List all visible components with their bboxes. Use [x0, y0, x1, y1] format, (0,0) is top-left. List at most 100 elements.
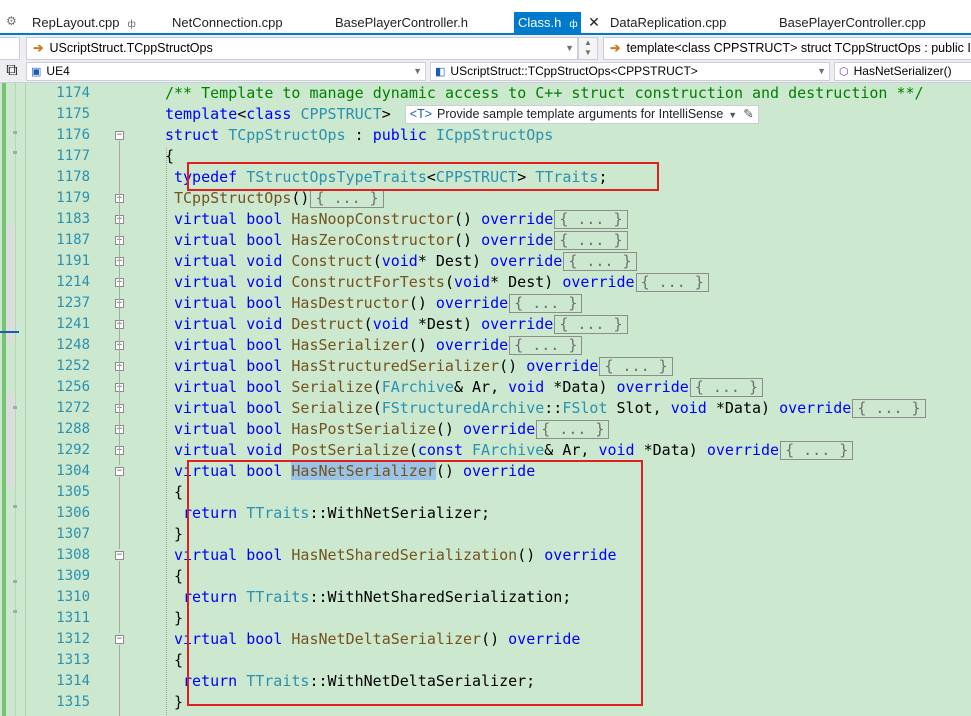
collapsed-block[interactable]: { ... }	[689, 378, 763, 397]
code-token: (	[372, 378, 382, 396]
code-line[interactable]: virtual bool HasZeroConstructor() overri…	[174, 230, 628, 251]
collapsed-block[interactable]: { ... }	[780, 441, 854, 460]
collapsed-block[interactable]: { ... }	[509, 336, 583, 355]
pin-icon[interactable]: ф	[569, 14, 577, 35]
code-line[interactable]: {	[174, 482, 183, 503]
collapsed-block[interactable]: { ... }	[852, 399, 926, 418]
collapsed-block[interactable]: { ... }	[509, 294, 583, 313]
collapse-icon[interactable]: −	[115, 467, 124, 476]
keyword-token: virtual	[174, 336, 238, 354]
code-line[interactable]: virtual bool Serialize(FArchive& Ar, voi…	[174, 377, 763, 398]
collapse-icon[interactable]: −	[115, 551, 124, 560]
line-number: 1272	[56, 400, 90, 416]
code-line[interactable]: }	[174, 524, 183, 545]
keyword-token: override	[481, 210, 554, 228]
code-token: >	[381, 105, 391, 123]
keyword-token: bool	[246, 420, 283, 438]
tab-netconnection-cpp[interactable]: NetConnection.cpp	[172, 12, 283, 33]
keyword-token: void	[246, 441, 283, 459]
tab-baseplayercontroller-h[interactable]: BasePlayerController.h	[335, 12, 468, 33]
code-line[interactable]: virtual bool HasDestructor() override{ .…	[174, 293, 583, 314]
code-line[interactable]: {	[165, 146, 174, 167]
type-token: FSlot	[562, 399, 608, 417]
chevron-down-icon[interactable]: ▼	[728, 110, 737, 120]
pencil-icon[interactable]: ✎	[743, 107, 753, 121]
collapsed-block[interactable]: { ... }	[554, 210, 628, 229]
template-hint-text: Provide sample template arguments for In…	[437, 107, 724, 121]
indent-guide	[166, 148, 167, 715]
navigation-left-combo[interactable]: ➔ UScriptStruct.TCppStructOps ▼	[26, 37, 578, 60]
code-token: {	[165, 147, 175, 165]
tab-class-h[interactable]: Class.h ф	[514, 12, 581, 33]
code-token: & Ar,	[544, 441, 599, 459]
tab-replayout-cpp[interactable]: RepLayout.cpp ф	[32, 12, 136, 33]
code-line[interactable]: {	[174, 650, 183, 671]
chevron-down-icon: ▼	[817, 66, 826, 76]
type-combo[interactable]: ◧ UScriptStruct::TCppStructOps<CPPSTRUCT>…	[430, 62, 830, 81]
collapsed-block[interactable]: { ... }	[554, 315, 628, 334]
keyword-token: virtual	[174, 420, 238, 438]
line-number: 1248	[56, 337, 90, 353]
collapsed-block[interactable]: { ... }	[563, 252, 637, 271]
member-combo[interactable]: ⬡ HasNetSerializer()	[834, 62, 971, 81]
type-token: TCppStructOps	[219, 126, 346, 144]
selection-margin[interactable]	[19, 83, 26, 716]
collapsed-block[interactable]: { ... }	[635, 273, 709, 292]
tab-baseplayercontroller-cpp[interactable]: BasePlayerController.cpp	[779, 12, 926, 33]
code-line[interactable]: struct TCppStructOps : public ICppStruct…	[165, 125, 553, 146]
keyword-token: template	[165, 105, 238, 123]
line-number: 1306	[56, 505, 90, 521]
keyword-token: void	[246, 273, 283, 291]
code-line[interactable]: virtual void ConstructForTests(void* Des…	[174, 272, 709, 293]
collapsed-block[interactable]: { ... }	[310, 189, 384, 208]
pin-icon[interactable]: ф	[127, 14, 135, 35]
line-number: 1310	[56, 589, 90, 605]
project-combo[interactable]: ▣ UE4 ▼	[26, 62, 426, 81]
code-token: & Ar,	[453, 378, 509, 396]
code-line[interactable]: }	[174, 692, 183, 713]
collapse-icon[interactable]: −	[115, 131, 124, 140]
keyword-token: virtual	[174, 294, 238, 312]
code-line[interactable]: /** Template to manage dynamic access to…	[165, 83, 924, 104]
navigation-spinner[interactable]: ▲ ▼	[578, 37, 598, 60]
code-token: *Dest)	[408, 315, 482, 333]
keyword-token: override	[463, 420, 536, 438]
map-thumb[interactable]	[6, 223, 14, 343]
code-line[interactable]: virtual void Destruct(void *Dest) overri…	[174, 314, 628, 335]
keyword-token: const	[417, 441, 463, 459]
close-icon[interactable]: ✕	[585, 12, 603, 33]
line-number: 1292	[56, 442, 90, 458]
line-number: 1177	[56, 148, 90, 164]
type-token: FArchive	[381, 378, 454, 396]
gear-icon[interactable]: ⚙	[6, 14, 17, 28]
keyword-token: void	[246, 252, 283, 270]
line-number: 1178	[56, 169, 90, 185]
code-line[interactable]: template<class CPPSTRUCT> <T> Provide samp…	[165, 104, 759, 125]
code-line[interactable]: }	[174, 608, 183, 629]
keyword-token: virtual	[174, 210, 238, 228]
collapsed-block[interactable]: { ... }	[599, 357, 673, 376]
code-line[interactable]: TCppStructOps(){ ... }	[174, 188, 384, 209]
collapsed-block[interactable]: { ... }	[536, 420, 610, 439]
code-line[interactable]: virtual bool HasPostSerialize() override…	[174, 419, 610, 440]
tab-datareplication-cpp[interactable]: DataReplication.cpp	[610, 12, 726, 33]
collapsed-block[interactable]: { ... }	[554, 231, 628, 250]
code-line[interactable]: virtual bool Serialize(FStructuredArchiv…	[174, 398, 926, 419]
navigation-right-combo[interactable]: ➔ template<class CPPSTRUCT> struct TCppSt…	[603, 37, 971, 60]
template-intellisense-hint[interactable]: <T> Provide sample template arguments for…	[404, 105, 759, 124]
keyword-token: override	[562, 273, 635, 291]
code-token: }	[174, 525, 184, 543]
navigation-side-box[interactable]	[0, 37, 20, 60]
code-line[interactable]: virtual bool HasSerializer() override{ .…	[174, 335, 583, 356]
code-line[interactable]: virtual bool HasNoopConstructor() overri…	[174, 209, 628, 230]
code-editor[interactable]: 1174 1175 1176 1177 1178 1179 1183 1187 1191 1214…	[0, 83, 971, 716]
split-window-icon[interactable]: ⧉	[3, 61, 21, 81]
code-line[interactable]: {	[174, 566, 183, 587]
code-token: *Data)	[706, 399, 780, 417]
code-line[interactable]: virtual bool HasStructuredSerializer() o…	[174, 356, 673, 377]
keyword-token: void	[670, 399, 707, 417]
code-line[interactable]: virtual void Construct(void* Dest) overr…	[174, 251, 637, 272]
collapse-icon[interactable]: −	[115, 635, 124, 644]
code-line[interactable]: virtual void PostSerialize(const FArchiv…	[174, 440, 854, 461]
